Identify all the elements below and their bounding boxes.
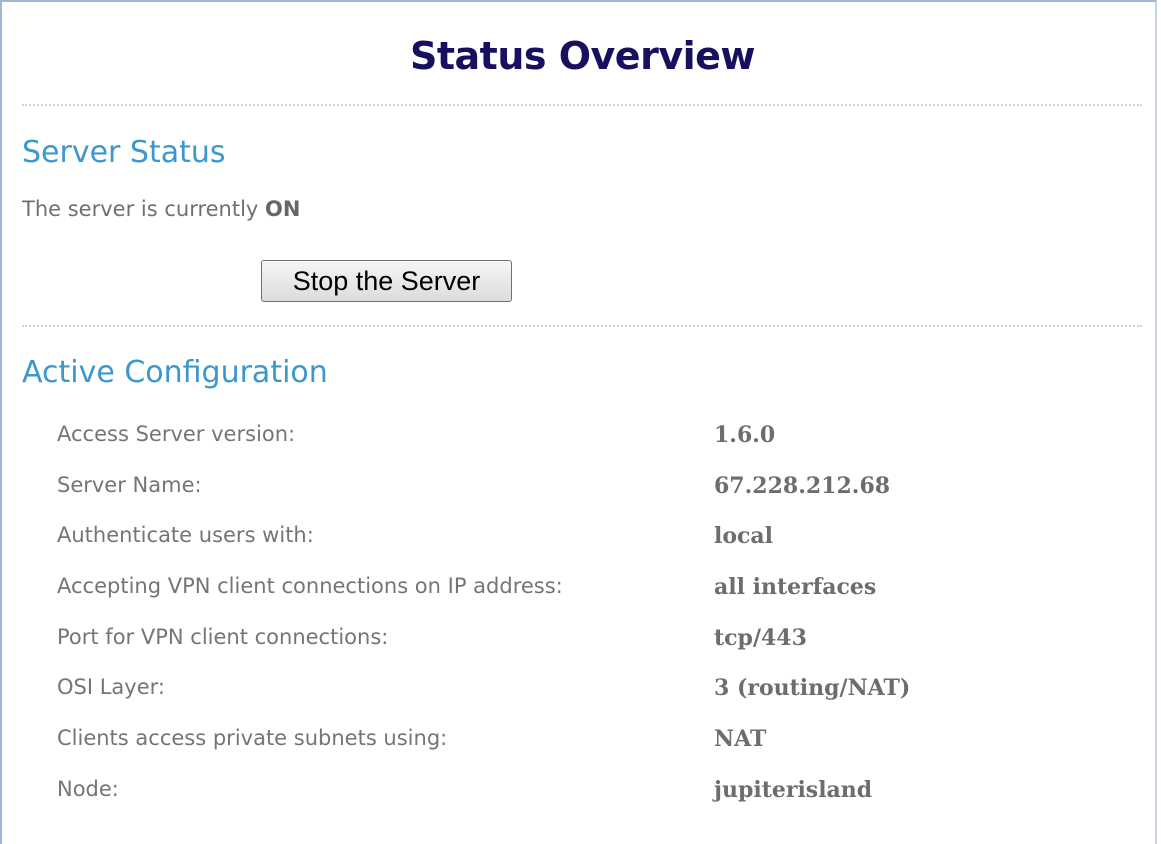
config-row-ip-address: Accepting VPN client connections on IP a… bbox=[57, 566, 1137, 617]
config-label: Clients access private subnets using: bbox=[57, 726, 448, 751]
config-row-authentication: Authenticate users with: local bbox=[57, 515, 1137, 566]
config-label: Access Server version: bbox=[57, 422, 296, 446]
divider-middle bbox=[22, 325, 1142, 327]
config-value: 1.6.0 bbox=[714, 422, 776, 448]
config-value: all interfaces bbox=[714, 574, 877, 601]
page-title: Status Overview bbox=[409, 34, 756, 78]
server-status-value: ON bbox=[265, 197, 301, 221]
config-label: Node: bbox=[57, 776, 119, 801]
server-status-heading: Server Status bbox=[22, 135, 226, 170]
server-status-prefix: The server is currently bbox=[22, 197, 266, 221]
config-value: 67.228.212.68 bbox=[714, 472, 891, 499]
config-label: OSI Layer: bbox=[57, 675, 165, 700]
stop-server-button[interactable]: Stop the Server bbox=[261, 260, 512, 302]
active-configuration-heading: Active Configuration bbox=[22, 355, 328, 390]
config-value: NAT bbox=[714, 726, 767, 753]
config-value: jupiterisland bbox=[714, 776, 873, 803]
configuration-table: Access Server version: 1.6.0 Server Name… bbox=[57, 414, 1137, 820]
config-row-private-subnets: Clients access private subnets using: NA… bbox=[57, 718, 1137, 769]
config-row-node: Node: jupiterisland bbox=[57, 769, 1137, 820]
config-label: Port for VPN client connections: bbox=[57, 624, 389, 649]
divider-top bbox=[22, 104, 1142, 106]
config-row-osi-layer: OSI Layer: 3 (routing/NAT) bbox=[57, 667, 1137, 718]
config-label: Server Name: bbox=[57, 472, 202, 497]
config-value: 3 (routing/NAT) bbox=[714, 675, 911, 702]
server-status-text: The server is currently ON bbox=[22, 197, 300, 221]
config-label: Accepting VPN client connections on IP a… bbox=[57, 574, 563, 599]
config-row-server-name: Server Name: 67.228.212.68 bbox=[57, 465, 1137, 516]
config-row-version: Access Server version: 1.6.0 bbox=[57, 414, 1137, 465]
config-value: tcp/443 bbox=[714, 624, 807, 651]
config-label: Authenticate users with: bbox=[57, 523, 314, 548]
config-row-port: Port for VPN client connections: tcp/443 bbox=[57, 617, 1137, 668]
content-frame: Status Overview Server Status The server… bbox=[0, 0, 1157, 844]
config-value: local bbox=[714, 523, 774, 550]
